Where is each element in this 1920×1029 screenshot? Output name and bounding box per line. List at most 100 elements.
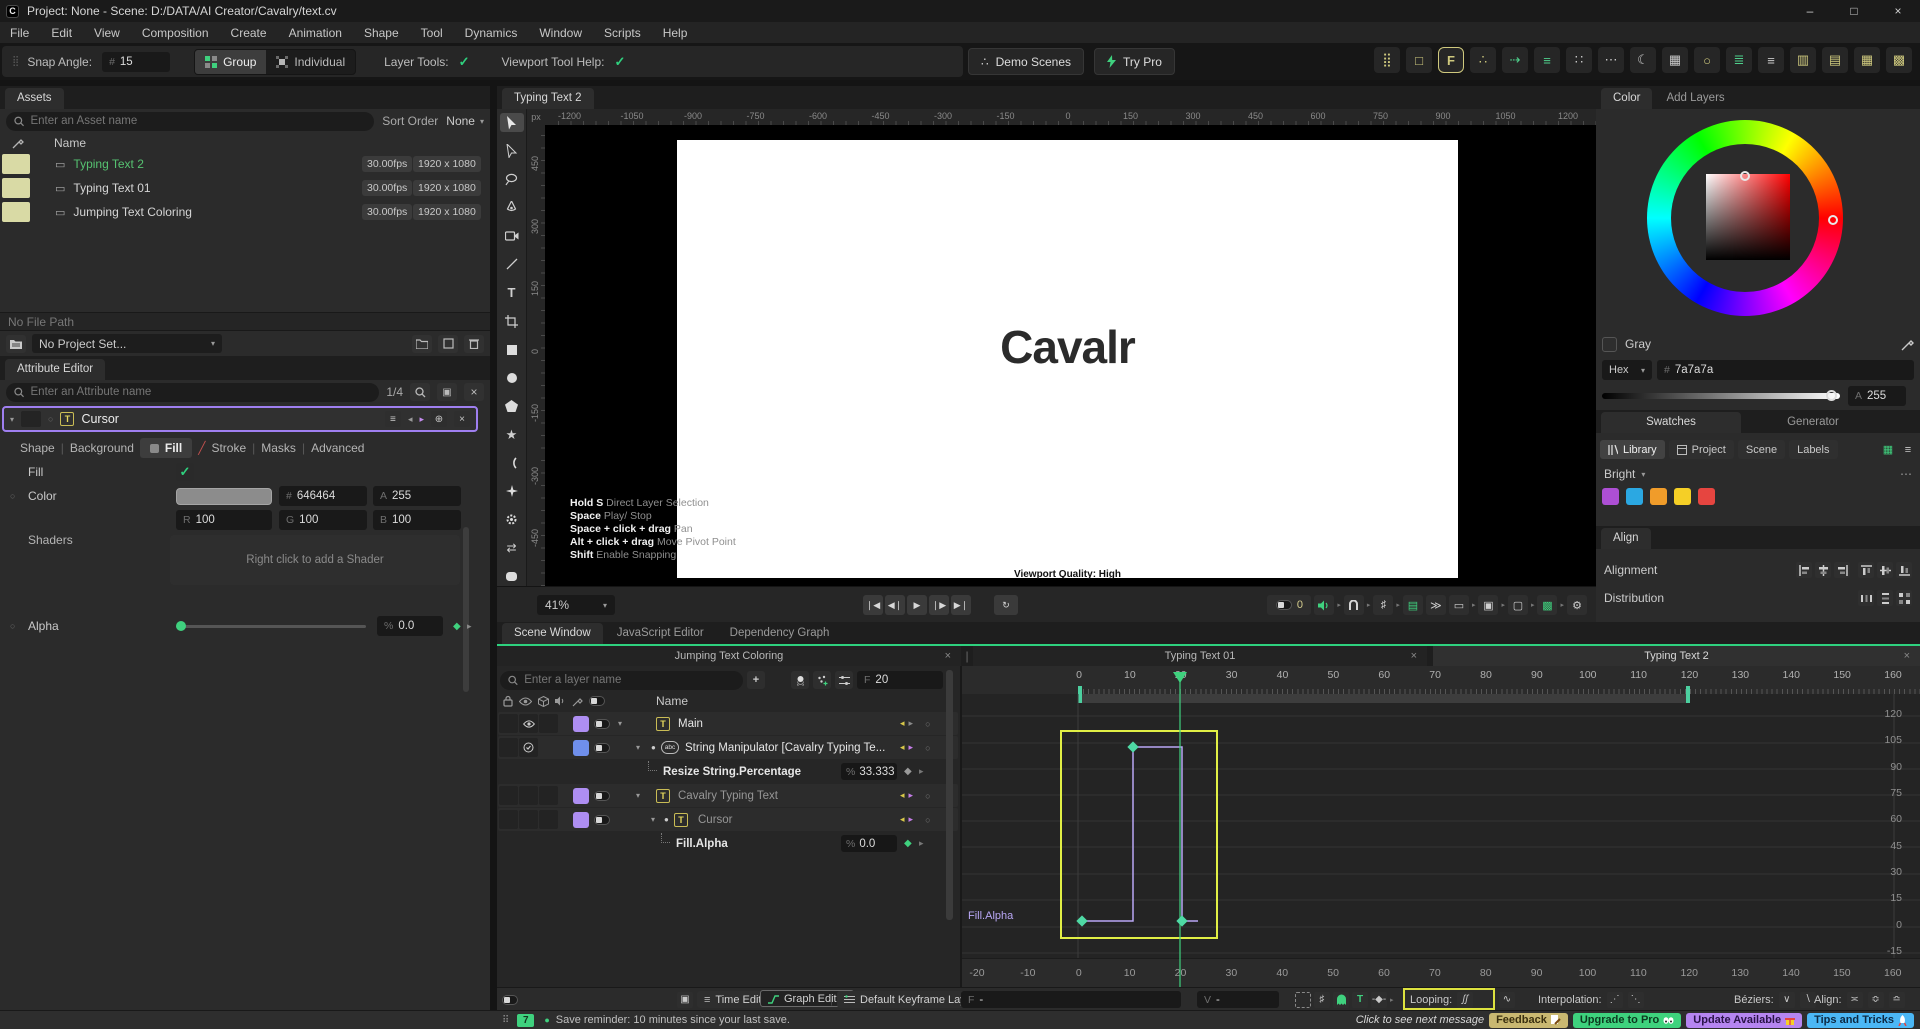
layer-row-cavalry-typing-text[interactable]: ▾ T Cavalry Typing Text ◂▸○ xyxy=(498,784,958,807)
eyedropper-icon[interactable] xyxy=(1901,338,1914,351)
grid-columns-icon[interactable]: ▦ xyxy=(1854,47,1880,73)
alpha-field[interactable]: A255 xyxy=(373,486,461,506)
hex-input-field[interactable]: #7a7a7a xyxy=(1657,360,1914,380)
b-field[interactable]: B100 xyxy=(373,510,461,530)
dropdown-arrow-icon[interactable]: ▸ xyxy=(1337,601,1341,609)
try-pro-button[interactable]: Try Pro xyxy=(1094,48,1175,75)
select-tool[interactable] xyxy=(500,113,524,132)
layer-name[interactable]: Cursor xyxy=(698,814,733,826)
next-message-link[interactable]: Click to see next message xyxy=(1356,1014,1484,1026)
canvas-typing-text[interactable]: Cavalr xyxy=(677,320,1458,374)
out-marker-icon[interactable]: ▸ xyxy=(909,790,914,801)
tab-swatches[interactable]: Swatches xyxy=(1601,412,1741,433)
color-swatch[interactable] xyxy=(1602,488,1619,505)
step-forward-button[interactable]: ❘▶ xyxy=(929,595,949,615)
tab-fill[interactable]: Fill xyxy=(140,438,192,458)
align-center-h-icon[interactable] xyxy=(1815,562,1831,578)
work-area-start-handle[interactable] xyxy=(1078,686,1082,703)
expand-arrow-icon[interactable]: ▸ xyxy=(919,838,924,849)
align-keys-right-icon[interactable]: ≏ xyxy=(1889,992,1905,1008)
close-tab-icon[interactable]: × xyxy=(1904,650,1910,662)
layer-enable-well[interactable] xyxy=(21,411,41,427)
filter-dots-button[interactable] xyxy=(813,671,831,689)
menu-item[interactable]: Dynamics xyxy=(465,26,518,40)
layer-color-chip[interactable] xyxy=(573,716,589,732)
distribute-grid-icon[interactable] xyxy=(1896,590,1912,606)
comp-tab-jumping-text[interactable]: Jumping Text Coloring × xyxy=(497,646,961,666)
filter-settings-button[interactable] xyxy=(835,671,853,689)
go-to-end-button[interactable]: ▶❘ xyxy=(951,595,971,615)
color-swatch[interactable] xyxy=(176,488,272,505)
maximize-button[interactable]: □ xyxy=(1832,0,1876,22)
menu-item[interactable]: Help xyxy=(663,26,688,40)
close-tab-icon[interactable]: × xyxy=(945,650,951,662)
distribute-v-icon[interactable] xyxy=(1877,590,1893,606)
next-layer-button[interactable]: ▸ xyxy=(419,414,424,425)
moon-icon[interactable]: ☾ xyxy=(1630,47,1656,73)
alpha-field[interactable]: A255 xyxy=(1848,386,1906,406)
gear-tool[interactable] xyxy=(500,510,524,529)
asset-name[interactable]: Typing Text 2 xyxy=(73,157,144,171)
keyframe-circle-icon[interactable]: ○ xyxy=(10,491,15,501)
color-mode-dropdown[interactable]: Hex▾ xyxy=(1602,360,1652,380)
pin-button[interactable]: ▣ xyxy=(437,383,457,401)
tab-assets[interactable]: Assets xyxy=(5,88,64,109)
dots-lines-icon[interactable]: ∷ xyxy=(1566,47,1592,73)
curve-label[interactable]: Fill.Alpha xyxy=(968,910,1013,922)
ghost-onion-icon[interactable] xyxy=(1333,992,1349,1008)
dropdown-arrow-icon[interactable]: ▸ xyxy=(1560,601,1564,609)
import-box-button[interactable] xyxy=(438,335,458,353)
align-right-icon[interactable] xyxy=(1834,562,1850,578)
close-tab-icon[interactable]: × xyxy=(1411,650,1417,662)
sparkle-tool[interactable] xyxy=(500,482,524,501)
rows-icon[interactable]: ▤ xyxy=(1822,47,1848,73)
attribute-value-field[interactable]: %0.0 xyxy=(841,835,897,852)
in-marker-icon[interactable]: ◂ xyxy=(900,790,905,801)
tab-javascript-editor[interactable]: JavaScript Editor xyxy=(605,623,716,644)
project-button[interactable]: Project xyxy=(1669,440,1734,459)
expand-arrow-icon[interactable]: ▸ xyxy=(919,766,924,777)
scene-canvas[interactable]: Cavalr Viewport Quality: High xyxy=(677,140,1458,578)
work-area-end-handle[interactable] xyxy=(1686,686,1690,703)
menu-item[interactable]: Scripts xyxy=(604,26,641,40)
asset-name[interactable]: Typing Text 01 xyxy=(73,181,150,195)
layer-name[interactable]: String Manipulator [Cavalry Typing Te... xyxy=(685,742,885,754)
collapse-chevron-icon[interactable]: ▾ xyxy=(10,415,14,424)
pin-attributes-icon[interactable]: ⊕ xyxy=(431,411,447,427)
dropdown-arrow-icon[interactable]: ▸ xyxy=(1367,601,1371,609)
color-swatch[interactable] xyxy=(1674,488,1691,505)
layer-name[interactable]: Main xyxy=(678,718,703,730)
individual-mode-button[interactable]: Individual xyxy=(266,50,355,74)
align-top-icon[interactable] xyxy=(1858,562,1874,578)
forge-icon[interactable]: F xyxy=(1438,47,1464,73)
expand-chevron-icon[interactable]: ▾ xyxy=(636,743,640,752)
frame-bounds-button[interactable]: ▭ xyxy=(1449,595,1469,615)
close-attributes-icon[interactable]: × xyxy=(454,411,470,427)
menu-item[interactable]: Composition xyxy=(142,26,209,40)
duplicate-view-button[interactable]: ▢ xyxy=(1508,595,1528,615)
tab-add-layers[interactable]: Add Layers xyxy=(1654,88,1736,109)
alpha-slider-handle[interactable] xyxy=(176,621,186,631)
attribute-name[interactable]: Resize String.Percentage xyxy=(663,766,801,778)
color-swatch[interactable] xyxy=(1650,488,1667,505)
align-left-icon[interactable] xyxy=(1796,562,1812,578)
hue-marker[interactable] xyxy=(1828,215,1838,225)
add-layer-button[interactable]: + xyxy=(747,671,765,689)
in-marker-icon[interactable]: ◂ xyxy=(900,718,905,729)
update-available-button[interactable]: Update Available xyxy=(1686,1013,1802,1028)
interp-bezier-icon[interactable]: ⋱ xyxy=(1628,992,1644,1008)
alpha-value-field[interactable]: %0.0 xyxy=(377,616,443,636)
loop-wave-icon[interactable]: ∿ xyxy=(1499,992,1515,1008)
expand-chevron-icon[interactable]: ▾ xyxy=(618,719,622,728)
distribute-h-icon[interactable] xyxy=(1858,590,1874,606)
layer-row-main[interactable]: ▾ T Main ◂▸○ xyxy=(498,712,958,735)
demo-scenes-button[interactable]: ∴ Demo Scenes xyxy=(968,48,1084,75)
layer-color-chip[interactable] xyxy=(573,788,589,804)
interp-linear-icon[interactable]: ⋰ xyxy=(1607,992,1623,1008)
grid-icon[interactable]: ▩ xyxy=(1886,47,1912,73)
out-marker-icon[interactable]: ▸ xyxy=(909,742,914,753)
saturation-value-square[interactable] xyxy=(1706,174,1790,260)
attribute-value-field[interactable]: %33.333 xyxy=(841,763,897,780)
line-tool[interactable] xyxy=(500,255,524,274)
alpha-slider[interactable] xyxy=(1602,393,1840,399)
